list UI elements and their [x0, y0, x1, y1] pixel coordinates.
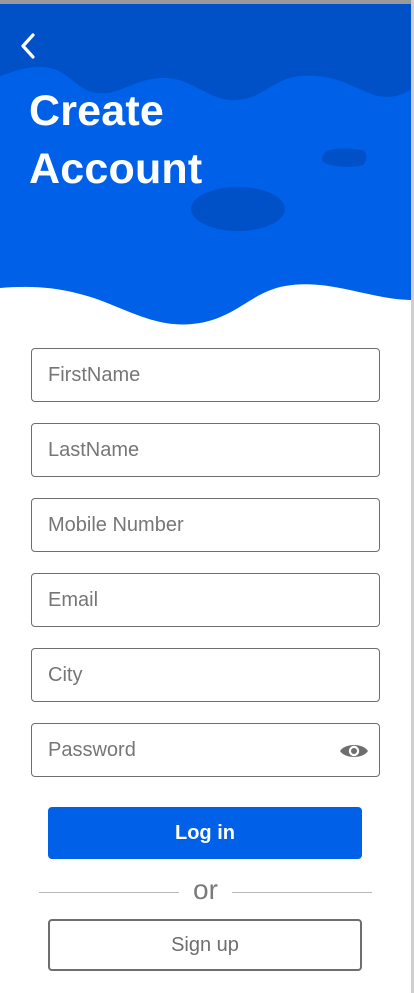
login-button[interactable]: Log in: [48, 807, 362, 859]
city-input[interactable]: [32, 649, 379, 701]
chevron-left-icon: [21, 33, 35, 59]
email-field[interactable]: [31, 573, 380, 627]
email-input[interactable]: [32, 574, 379, 626]
back-button[interactable]: [14, 30, 42, 62]
signup-button[interactable]: Sign up: [48, 919, 362, 971]
page-title-line-1: Create: [29, 87, 165, 135]
header-banner: Create Account: [0, 4, 414, 334]
city-field[interactable]: [31, 648, 380, 702]
divider-line-right: [232, 892, 372, 893]
eye-icon: [340, 745, 368, 757]
lastname-input[interactable]: [32, 424, 379, 476]
page-title-line-2: Account: [29, 145, 203, 193]
lastname-field[interactable]: [31, 423, 380, 477]
page-title: Create Account: [29, 82, 202, 198]
create-account-screen: Create Account Log in or Sign up: [0, 0, 414, 993]
or-label: or: [193, 874, 218, 905]
mobile-number-input[interactable]: [32, 499, 379, 551]
firstname-field[interactable]: [31, 348, 380, 402]
or-divider: or: [39, 873, 372, 907]
firstname-input[interactable]: [32, 349, 379, 401]
password-field[interactable]: [31, 723, 380, 777]
password-input[interactable]: [32, 724, 379, 776]
show-password-toggle[interactable]: [339, 738, 369, 764]
mobile-number-field[interactable]: [31, 498, 380, 552]
